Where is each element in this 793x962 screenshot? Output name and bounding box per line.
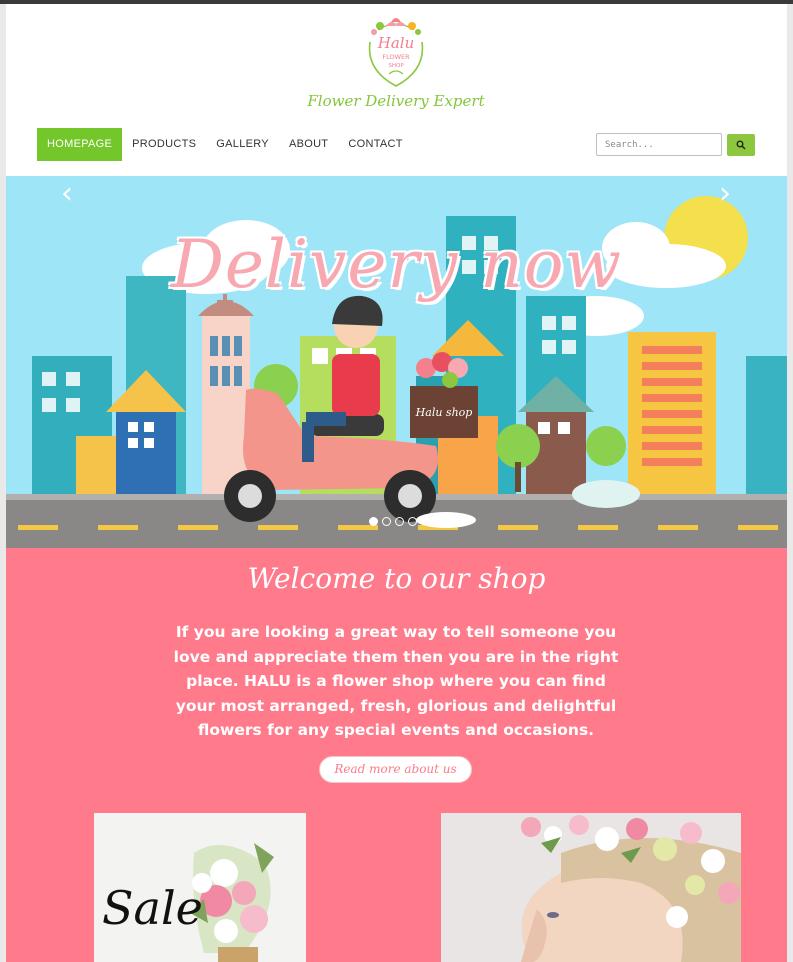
svg-text:FLOWER: FLOWER xyxy=(382,53,410,61)
flower-crown-image xyxy=(521,815,741,962)
welcome-text: If you are looking a great way to tell s… xyxy=(173,623,619,739)
read-more-button[interactable]: Read more about us xyxy=(319,756,472,783)
page: Halu FLOWER SHOP Flower Delivery Expert … xyxy=(6,4,787,962)
box-label: Halu shop xyxy=(415,406,473,419)
svg-text:SHOP: SHOP xyxy=(388,63,404,69)
nav-item-about[interactable]: ABOUT xyxy=(279,128,338,161)
chevron-left-icon: ‹ xyxy=(61,176,73,211)
svg-text:Halu: Halu xyxy=(377,34,414,52)
slider-dot-2[interactable] xyxy=(382,517,391,526)
search-button[interactable] xyxy=(727,134,755,156)
nav-item-products[interactable]: PRODUCTS xyxy=(122,128,206,161)
chevron-right-icon: › xyxy=(719,176,731,211)
nav-item-homepage[interactable]: HOMEPAGE xyxy=(37,128,123,161)
slider-dot-1[interactable] xyxy=(369,517,378,526)
search-icon xyxy=(736,140,746,150)
slider-next-button[interactable]: › xyxy=(710,176,740,212)
tagline: Flower Delivery Expert xyxy=(307,92,485,110)
logo-graphic: Halu FLOWER SHOP xyxy=(368,18,424,87)
sale-text: Sale xyxy=(102,881,203,935)
sale-card[interactable]: Sale xyxy=(94,813,306,962)
slider-title: Delivery now xyxy=(170,226,623,303)
nav-item-gallery[interactable]: GALLERY xyxy=(206,128,279,161)
slider-dot-4[interactable] xyxy=(408,517,417,526)
search-input[interactable] xyxy=(596,133,722,156)
logo[interactable]: Halu FLOWER SHOP xyxy=(356,10,436,92)
welcome-section: Welcome to our shop If you are looking a… xyxy=(6,548,787,962)
flower-crown-card[interactable] xyxy=(441,813,741,962)
slider-indicators xyxy=(369,517,417,526)
welcome-title: Welcome to our shop xyxy=(247,562,546,595)
hero-slider[interactable]: Halu shop Delivery now xyxy=(6,176,787,548)
slider-dot-3[interactable] xyxy=(395,517,404,526)
slider-prev-button[interactable]: ‹ xyxy=(52,176,82,212)
nav-item-contact[interactable]: CONTACT xyxy=(338,128,412,161)
main-nav: HOMEPAGE PRODUCTS GALLERY ABOUT CONTACT xyxy=(37,128,413,161)
